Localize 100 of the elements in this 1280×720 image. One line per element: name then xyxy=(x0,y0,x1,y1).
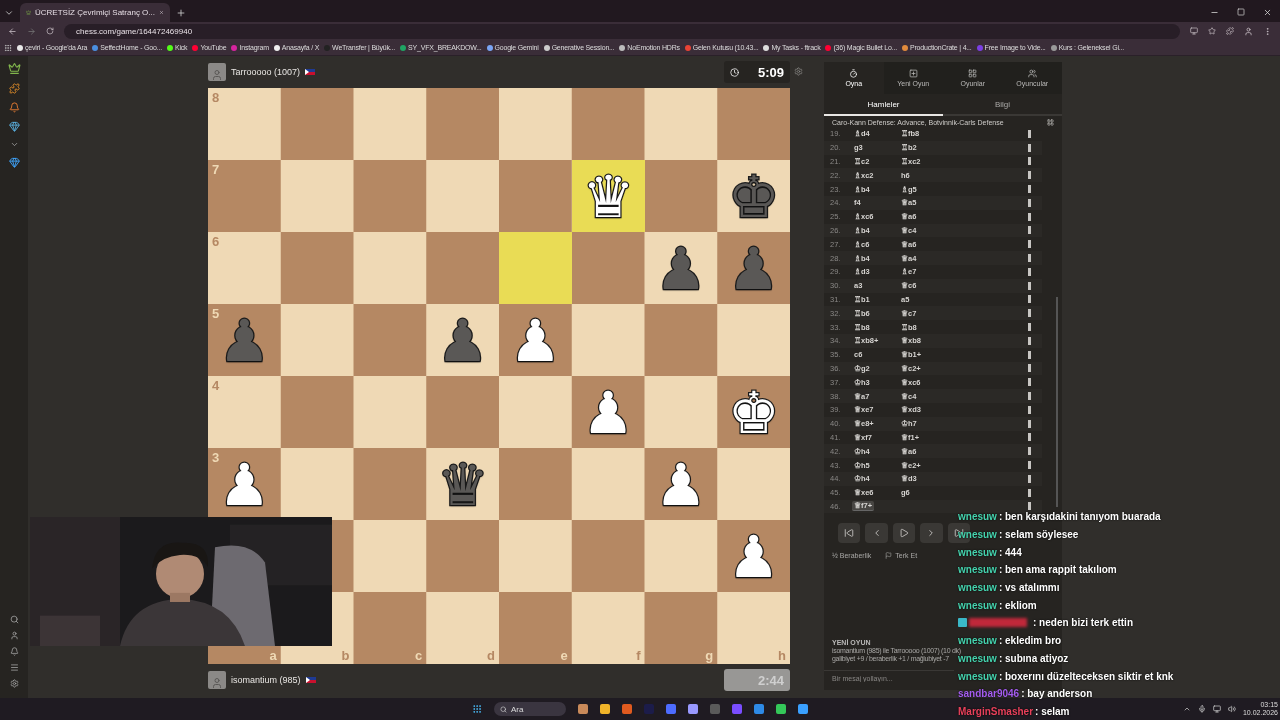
time-bar xyxy=(1028,254,1031,263)
new-tab-icon[interactable] xyxy=(176,8,186,18)
flag-icon xyxy=(885,552,893,560)
profile-icon[interactable] xyxy=(9,631,19,640)
flag-icon xyxy=(305,677,316,683)
tab[interactable]: Hamleler xyxy=(824,94,943,116)
time-bar xyxy=(1028,295,1031,304)
time-bar xyxy=(1028,171,1031,180)
time-bar xyxy=(1028,323,1031,332)
chat-message: : ekledim bro xyxy=(997,635,1062,647)
puzzle-icon[interactable] xyxy=(8,83,20,94)
chat-message: : ben ama rappit takılıom xyxy=(997,564,1117,576)
chat-username: wnesuw xyxy=(958,546,997,558)
forward-icon[interactable] xyxy=(27,26,36,36)
chat-username: wnesuw xyxy=(958,511,997,523)
chat-message: : ekliom xyxy=(997,599,1037,611)
mic-icon[interactable] xyxy=(1197,705,1206,713)
gem-icon[interactable] xyxy=(8,157,20,168)
back-icon[interactable] xyxy=(8,26,17,36)
folder-icon[interactable] xyxy=(600,704,610,714)
chat-message: : neden bizi terk ettin xyxy=(1032,617,1133,629)
badge-icon xyxy=(958,618,967,628)
avatar xyxy=(208,671,226,689)
search-field[interactable]: Ara xyxy=(494,702,566,716)
file-label: a xyxy=(269,648,277,663)
rank-label: 3 xyxy=(212,450,220,465)
profile-icon[interactable] xyxy=(1244,26,1253,36)
avatar xyxy=(208,63,226,81)
app-icon[interactable] xyxy=(776,704,786,714)
first-move-button[interactable] xyxy=(838,523,861,544)
time-bar xyxy=(1028,488,1031,497)
chat-message: : boxerını düzelteceksen siktir et knk xyxy=(997,670,1174,682)
apps-icon[interactable] xyxy=(4,43,12,52)
chat-username: wnesuw xyxy=(958,599,997,611)
time-bar xyxy=(1028,336,1031,345)
chat-message: : 444 xyxy=(997,546,1022,558)
rank-label: 7 xyxy=(212,162,220,177)
bookmark-star-icon[interactable] xyxy=(1208,27,1216,35)
time-bar xyxy=(1028,157,1031,166)
timer-icon xyxy=(849,69,859,78)
time-bar xyxy=(1028,212,1031,221)
settings-icon[interactable] xyxy=(794,67,803,76)
rank-label: 8 xyxy=(212,90,220,105)
app-icon[interactable] xyxy=(754,704,764,714)
time-bar xyxy=(1028,364,1031,373)
logo-icon[interactable] xyxy=(7,62,21,75)
time-bar xyxy=(1028,309,1031,318)
gem-icon[interactable] xyxy=(8,121,20,132)
clock: 2:44 xyxy=(724,669,790,691)
start-icon[interactable] xyxy=(472,704,482,714)
app-icon[interactable] xyxy=(798,704,808,714)
file-label: b xyxy=(341,648,350,663)
file-label: c xyxy=(415,648,423,663)
extensions-icon[interactable] xyxy=(1226,27,1234,35)
close-icon[interactable] xyxy=(159,9,164,16)
maximize-icon[interactable] xyxy=(1237,8,1245,16)
file-label: d xyxy=(487,648,495,663)
bell-icon[interactable] xyxy=(8,102,20,113)
settings-icon[interactable] xyxy=(9,679,19,688)
chat-username: wnesuw xyxy=(958,582,997,594)
search-icon[interactable] xyxy=(9,615,19,624)
chess-piece[interactable]: ♚ xyxy=(727,168,780,226)
chat-message: : subına atiyoz xyxy=(997,652,1069,664)
app-icon[interactable] xyxy=(688,704,698,714)
browser-tab[interactable]: ÜCRETSİZ Çevrimiçi Satranç O... xyxy=(20,3,170,22)
time-bar xyxy=(1028,378,1031,387)
time-bar xyxy=(1028,281,1031,290)
menu-icon[interactable] xyxy=(1263,26,1272,36)
file-label: e xyxy=(560,648,568,663)
rank-label: 5 xyxy=(212,306,220,321)
chess-piece[interactable]: ♛ xyxy=(436,456,489,514)
chat-username: wnesuw xyxy=(958,670,997,682)
app-icon[interactable] xyxy=(732,704,742,714)
chess-piece[interactable]: ♟ xyxy=(654,240,707,298)
app-icon[interactable] xyxy=(666,704,676,714)
menu-icon[interactable] xyxy=(9,663,19,672)
time-bar xyxy=(1028,502,1031,511)
reload-icon[interactable] xyxy=(46,27,54,35)
bell-icon[interactable] xyxy=(9,647,19,656)
time-bar xyxy=(1028,143,1031,152)
volume-icon[interactable] xyxy=(1227,705,1236,713)
chess-piece[interactable]: ♟ xyxy=(436,312,489,370)
time-bar xyxy=(1028,474,1031,483)
play-icon xyxy=(899,528,909,539)
app-icon[interactable] xyxy=(578,704,588,714)
chat-username: MarginSmasher xyxy=(958,705,1034,717)
more-icon[interactable] xyxy=(9,140,19,149)
time-bar xyxy=(1028,198,1031,207)
play-button[interactable] xyxy=(892,523,916,544)
close-icon[interactable] xyxy=(1263,8,1272,17)
chat-message: : vs atalımmı xyxy=(997,582,1060,594)
app-icon[interactable] xyxy=(622,704,632,714)
time-bar xyxy=(1028,240,1031,249)
time-bar xyxy=(1028,447,1031,456)
chat-username: wnesuw xyxy=(958,635,997,647)
time-bar xyxy=(1028,461,1031,469)
address-field[interactable]: chess.com/game/164472469940 xyxy=(64,23,1180,39)
cast-icon[interactable] xyxy=(1190,27,1198,35)
tab-list-icon[interactable] xyxy=(4,8,14,18)
tab[interactable]: Bilgi xyxy=(943,94,1062,116)
